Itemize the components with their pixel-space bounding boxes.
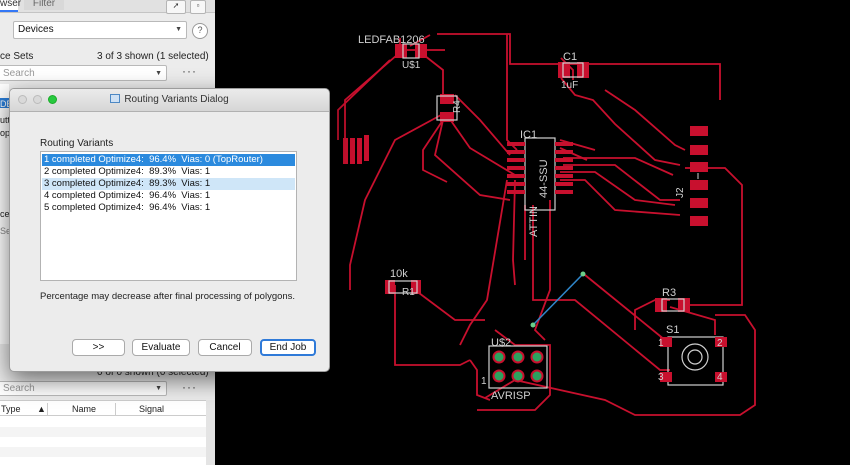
chevron-down-icon: ▼ xyxy=(175,26,182,33)
s1-switch[interactable]: S1 1 2 3 4 xyxy=(658,324,727,386)
j2-connector[interactable]: J2 xyxy=(675,126,708,226)
search-input[interactable]: Search ▼ xyxy=(0,65,167,81)
chevron-down-icon: ▼ xyxy=(155,70,162,77)
polygon-note: Percentage may decrease after final proc… xyxy=(40,291,296,302)
s1-pin-label: 2 xyxy=(717,338,723,349)
panel-tabs: wser Filter ➚ ▫ xyxy=(0,0,215,14)
column-header-signal[interactable]: Signal xyxy=(139,404,164,414)
avrisp-pin-label: 1 xyxy=(481,376,487,387)
cursor-tool-icon[interactable]: ➚ xyxy=(166,0,186,14)
forward-button[interactable]: >> xyxy=(72,339,125,356)
avrisp-label: AVRISP xyxy=(491,390,531,402)
variant-row-1[interactable]: 1 completed Optimize4: 96.4% Vias: 0 (To… xyxy=(42,154,295,166)
help-button[interactable]: ? xyxy=(192,23,208,39)
r1-label: R1 xyxy=(402,287,415,298)
more-options-button[interactable]: ··· xyxy=(182,380,197,394)
column-header-type[interactable]: Type xyxy=(1,404,21,414)
device-sets-count: 3 of 3 shown (1 selected) xyxy=(97,51,209,62)
device-sets-label: ce Sets xyxy=(0,51,34,62)
j2-label: J2 xyxy=(675,187,686,198)
more-options-button[interactable]: ··· xyxy=(182,64,197,78)
s1-pin-label: 4 xyxy=(717,372,723,383)
s1-label: S1 xyxy=(666,324,679,336)
us2-label: U$2 xyxy=(491,337,511,349)
signal-search-input[interactable]: Search ▼ xyxy=(0,381,167,396)
sort-ascending-icon[interactable]: ▲ xyxy=(37,404,46,414)
scrollbar[interactable] xyxy=(206,400,215,465)
variant-row-3[interactable]: 3 completed Optimize4: 89.3% Vias: 1 xyxy=(42,178,295,190)
via xyxy=(580,271,586,277)
variant-row-5[interactable]: 5 completed Optimize4: 96.4% Vias: 1 xyxy=(42,202,295,214)
pad-cluster xyxy=(343,135,369,164)
cancel-button[interactable]: Cancel xyxy=(198,339,252,356)
column-header-name[interactable]: Name xyxy=(72,404,96,414)
routing-variants-dialog: Routing Variants Dialog Routing Variants… xyxy=(9,88,330,372)
dialog-title: Routing Variants Dialog xyxy=(124,94,229,105)
panel-options-icon[interactable]: ▫ xyxy=(190,0,206,14)
r1-component[interactable]: 10k R1 xyxy=(385,268,421,298)
routing-variants-label: Routing Variants xyxy=(40,138,114,149)
avrisp-header[interactable]: U$2 AVRISP 1 xyxy=(481,337,548,402)
c1-label: C1 xyxy=(563,51,577,63)
s1-pin-label: 3 xyxy=(658,372,664,383)
ic1-package: 44-SSU xyxy=(538,159,550,198)
ic1-component[interactable]: IC1 44-SSU ATTIN xyxy=(507,129,573,237)
led-ref: U$1 xyxy=(402,60,421,71)
variant-row-2[interactable]: 2 completed Optimize4: 89.3% Vias: 1 xyxy=(42,166,295,178)
end-job-button[interactable]: End Job xyxy=(260,339,316,356)
variant-row-4[interactable]: 4 completed Optimize4: 96.4% Vias: 1 xyxy=(42,190,295,202)
r1-value: 10k xyxy=(390,268,408,280)
signal-table: Type ▲ Name Signal xyxy=(0,400,206,465)
ic1-label: IC1 xyxy=(520,129,537,141)
dialog-titlebar[interactable]: Routing Variants Dialog xyxy=(10,89,329,112)
r3-label: R3 xyxy=(662,287,676,299)
devices-select[interactable]: Devices ▼ xyxy=(13,21,187,39)
evaluate-button[interactable]: Evaluate xyxy=(132,339,190,356)
led-label: LEDFAB1206 xyxy=(358,34,425,46)
via xyxy=(530,322,536,328)
r4-label: R4 xyxy=(452,100,463,113)
chevron-down-icon: ▼ xyxy=(155,385,162,392)
ic1-part: ATTIN xyxy=(528,206,540,237)
tab-browser[interactable]: wser xyxy=(0,0,21,12)
s1-pin-label: 1 xyxy=(658,338,664,349)
dialog-window-icon xyxy=(110,94,121,103)
c1-value: 1uF xyxy=(561,80,578,91)
routing-variants-list[interactable]: 1 completed Optimize4: 96.4% Vias: 0 (To… xyxy=(40,151,297,281)
tab-filter[interactable]: Filter xyxy=(24,0,64,10)
led-component[interactable]: LEDFAB1206 U$1 xyxy=(358,34,427,71)
